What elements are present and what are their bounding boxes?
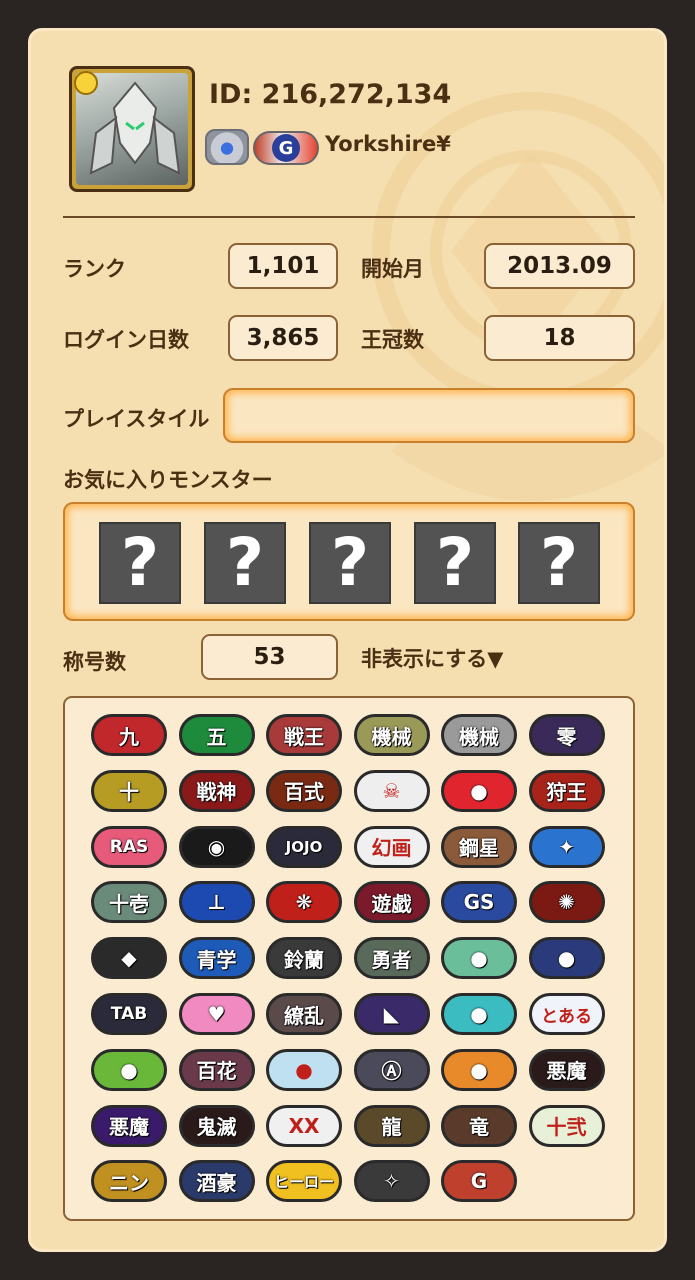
crown-count-value: 18 bbox=[484, 315, 635, 361]
title-badge[interactable]: ● bbox=[441, 937, 517, 980]
title-badge[interactable]: 百花 bbox=[178, 1048, 255, 1091]
title-badge[interactable]: 零 bbox=[528, 714, 605, 756]
favorite-slot-4[interactable]: ? bbox=[414, 522, 496, 604]
title-badge[interactable]: 悪魔 bbox=[528, 1048, 605, 1091]
title-badges-panel: 九五戦王 機械 機械零十戦神 百式 ☠ ● 狩王 RAS ◉ JOJO 幻画 鋼星 ✦ 十壱 ⊥ ❋ 遊戯 GS ✺… bbox=[63, 696, 635, 1221]
divider bbox=[63, 216, 635, 218]
title-badge[interactable]: G bbox=[441, 1160, 517, 1203]
title-badge[interactable]: Ⓐ bbox=[353, 1048, 430, 1091]
profile-card: ID: 216,272,134 G Yorkshire¥ ランク 1,101 開… bbox=[28, 28, 667, 1252]
title-badge[interactable]: ☠ bbox=[353, 769, 430, 812]
title-badge[interactable]: 十壱 bbox=[91, 881, 167, 924]
avatar[interactable] bbox=[69, 66, 195, 192]
title-badge[interactable]: ● bbox=[91, 1048, 167, 1091]
title-badge[interactable]: ✧ bbox=[353, 1160, 430, 1203]
title-badge[interactable]: 狩王 bbox=[528, 769, 605, 812]
light-attribute-icon bbox=[74, 71, 98, 95]
title-badge[interactable]: ● bbox=[441, 1048, 517, 1091]
g-emblem-icon: G bbox=[253, 131, 319, 165]
title-badge[interactable]: 龍 bbox=[353, 1104, 430, 1147]
title-badge[interactable]: ● bbox=[441, 993, 517, 1035]
title-badge[interactable]: RAS bbox=[91, 825, 167, 868]
title-badge[interactable]: ニン bbox=[91, 1160, 167, 1203]
title-badge[interactable]: TAB bbox=[91, 993, 167, 1035]
title-badge[interactable]: 戦神 bbox=[178, 769, 255, 812]
hide-titles-toggle[interactable]: 非表示にする▼ bbox=[361, 643, 503, 673]
title-badge[interactable]: JOJO bbox=[266, 825, 342, 868]
title-badge[interactable]: 悪魔 bbox=[91, 1104, 167, 1147]
favorite-monsters-panel: ? ? ? ? ? bbox=[63, 502, 635, 621]
player-name: Yorkshire¥ bbox=[325, 132, 451, 156]
title-badge[interactable]: ◣ bbox=[353, 993, 430, 1035]
title-badge[interactable]: GS bbox=[441, 881, 517, 924]
start-month-value: 2013.09 bbox=[484, 243, 635, 289]
title-badge[interactable]: 幻画 bbox=[353, 825, 430, 868]
title-badge[interactable]: ヒーロー bbox=[266, 1160, 342, 1203]
player-id: ID: 216,272,134 bbox=[209, 79, 452, 110]
title-badge[interactable]: 十弐 bbox=[528, 1104, 605, 1147]
title-badge[interactable]: ⊥ bbox=[178, 881, 255, 924]
favorite-slot-5[interactable]: ? bbox=[518, 522, 600, 604]
title-badge[interactable]: 鋼星 bbox=[441, 825, 517, 868]
favorite-slot-1[interactable]: ? bbox=[99, 522, 181, 604]
title-badge[interactable]: 機械 bbox=[441, 714, 517, 756]
title-badge[interactable]: 勇者 bbox=[353, 937, 430, 980]
title-badge[interactable]: とある bbox=[528, 993, 605, 1035]
title-badge[interactable]: XX bbox=[266, 1104, 342, 1147]
title-badge[interactable]: 鬼滅 bbox=[178, 1104, 255, 1147]
title-badge[interactable]: 鈴蘭 bbox=[266, 937, 342, 980]
rank-value: 1,101 bbox=[228, 243, 338, 289]
login-days-label: ログイン日数 bbox=[63, 328, 189, 352]
start-month-label: 開始月 bbox=[361, 257, 424, 281]
title-badge[interactable]: 百式 bbox=[266, 769, 342, 812]
title-badge[interactable]: ✦ bbox=[528, 825, 605, 868]
title-badge[interactable]: ❋ bbox=[266, 881, 342, 924]
title-badge[interactable]: 十 bbox=[91, 769, 167, 812]
playstyle-label: プレイスタイル bbox=[63, 407, 210, 431]
title-badge[interactable]: ✺ bbox=[528, 881, 605, 924]
login-days-value: 3,865 bbox=[228, 315, 338, 361]
title-badge[interactable]: ● bbox=[266, 1048, 342, 1091]
title-badge[interactable]: 酒豪 bbox=[178, 1160, 255, 1203]
favorite-monsters-label: お気に入りモンスター bbox=[63, 468, 273, 492]
title-badge[interactable]: 青学 bbox=[178, 937, 255, 980]
title-badge[interactable]: 竜 bbox=[441, 1104, 517, 1147]
favorite-slot-2[interactable]: ? bbox=[204, 522, 286, 604]
title-badge[interactable]: ● bbox=[441, 769, 517, 812]
title-badge[interactable]: ◆ bbox=[91, 937, 167, 980]
playstyle-field[interactable] bbox=[223, 388, 635, 443]
title-badge[interactable]: 九 bbox=[91, 714, 167, 756]
crown-medal-icon bbox=[205, 129, 249, 165]
rank-label: ランク bbox=[63, 257, 126, 281]
title-badge[interactable]: ● bbox=[528, 937, 605, 980]
title-badge[interactable]: 機械 bbox=[353, 714, 430, 756]
title-badge[interactable]: ◉ bbox=[178, 825, 255, 868]
title-count-label: 称号数 bbox=[63, 650, 126, 674]
title-badge[interactable]: 繚乱 bbox=[266, 993, 342, 1035]
title-count-value: 53 bbox=[201, 634, 338, 680]
title-badge[interactable]: ♥ bbox=[178, 993, 255, 1035]
crown-count-label: 王冠数 bbox=[361, 328, 424, 352]
title-badge[interactable]: 五 bbox=[178, 714, 255, 756]
title-badge[interactable]: 遊戯 bbox=[353, 881, 430, 924]
title-badge[interactable]: 戦王 bbox=[266, 714, 342, 756]
favorite-slot-3[interactable]: ? bbox=[309, 522, 391, 604]
